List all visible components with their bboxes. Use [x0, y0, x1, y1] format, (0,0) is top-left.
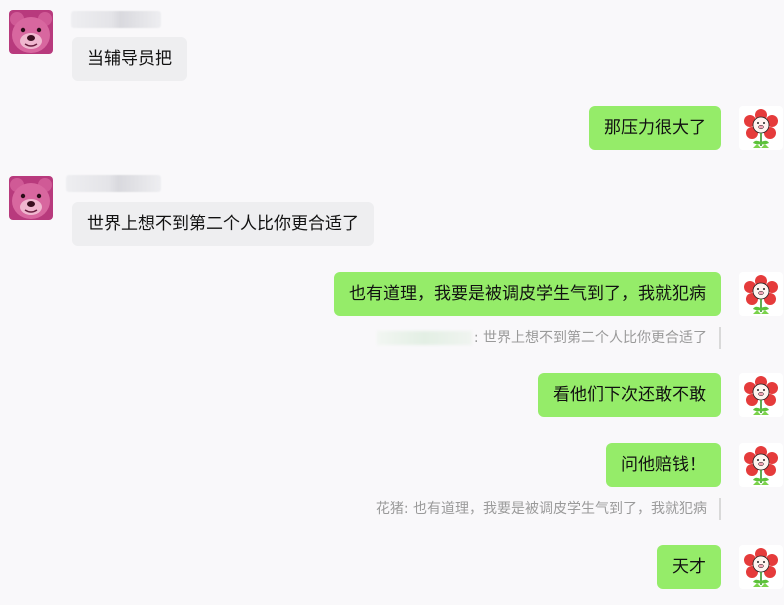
message-bubble[interactable]: 看他们下次还敢不敢: [538, 373, 721, 417]
message-bubble[interactable]: 天才: [657, 545, 721, 589]
bear-avatar-icon[interactable]: [9, 10, 53, 54]
sender-name-redacted: [66, 175, 161, 192]
quoted-text: : 世界上想不到第二个人比你更合适了: [473, 330, 707, 346]
flower-avatar-icon[interactable]: [739, 373, 783, 417]
message-bubble[interactable]: 那压力很大了: [589, 106, 721, 150]
message-bubble[interactable]: 也有道理，我要是被调皮学生气到了，我就犯病: [334, 272, 721, 316]
quoted-reply[interactable]: : 世界上想不到第二个人比你更合适了: [376, 327, 722, 349]
quoted-sender-redacted: [376, 331, 472, 345]
flower-avatar-icon[interactable]: [739, 443, 783, 487]
flower-avatar-icon[interactable]: [739, 545, 783, 589]
quoted-text: 花猪: 也有道理，我要是被调皮学生气到了，我就犯病: [375, 501, 707, 517]
sender-name-redacted: [71, 11, 161, 28]
message-bubble[interactable]: 问他赔钱！: [606, 443, 721, 487]
quoted-reply[interactable]: 花猪: 也有道理，我要是被调皮学生气到了，我就犯病: [375, 498, 722, 520]
flower-avatar-icon[interactable]: [739, 106, 783, 150]
message-bubble[interactable]: 世界上想不到第二个人比你更合适了: [72, 202, 374, 246]
bear-avatar-icon[interactable]: [9, 176, 53, 220]
message-bubble[interactable]: 当辅导员把: [72, 37, 187, 81]
flower-avatar-icon[interactable]: [739, 272, 783, 316]
